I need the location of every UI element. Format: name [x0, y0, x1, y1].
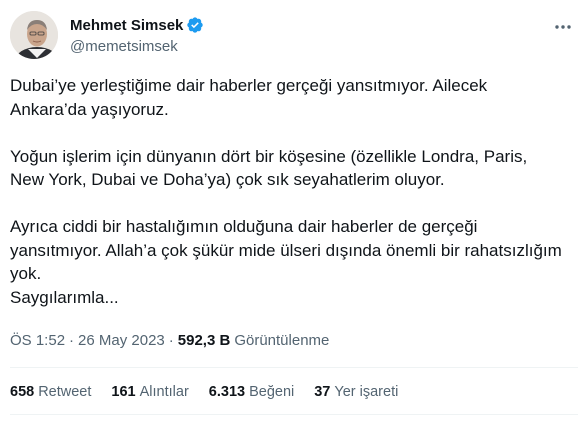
stat-count: 161	[111, 384, 136, 400]
verified-badge-icon[interactable]	[186, 16, 204, 34]
tweet-paragraph: Dubai’ye yerleştiğime dair haberler gerç…	[10, 76, 488, 119]
avatar[interactable]	[10, 11, 58, 59]
tweet-date[interactable]: 26 May 2023	[78, 332, 165, 349]
divider	[10, 414, 578, 415]
divider	[10, 367, 578, 368]
meta-separator: ·	[69, 332, 75, 349]
views-label: Görüntülenme	[234, 332, 330, 349]
tweet-time[interactable]: ÖS 1:52	[10, 332, 65, 349]
meta-separator: ·	[168, 332, 174, 349]
stat-label: Alıntılar	[139, 384, 189, 400]
stat-count: 6.313	[208, 384, 246, 400]
tweet-header: Mehmet Simsek @memetsimsek	[10, 10, 204, 60]
likes-stat[interactable]: 6.313 Beğeni	[209, 384, 294, 400]
stat-label: Retweet	[38, 384, 92, 400]
avatar-portrait	[10, 11, 58, 59]
views-count: 592,3 B	[177, 332, 231, 349]
bookmarks-stat[interactable]: 37 Yer işareti	[314, 384, 398, 400]
quotes-stat[interactable]: 161 Alıntılar	[111, 384, 188, 400]
author-handle[interactable]: @memetsimsek	[70, 38, 204, 55]
name-row: Mehmet Simsek	[70, 15, 204, 35]
tweet-card: Mehmet Simsek @memetsimsek Dubai’ye yerl…	[0, 0, 588, 422]
engagement-stats: 658 Retweet 161 Alıntılar 6.313 Beğeni 3…	[10, 384, 418, 400]
author-names: Mehmet Simsek @memetsimsek	[70, 15, 204, 55]
stat-label: Yer işareti	[334, 384, 399, 400]
tweet-paragraph: Ayrıca ciddi bir hastalığımın olduğuna d…	[10, 217, 562, 307]
stat-count: 37	[314, 384, 331, 400]
retweets-stat[interactable]: 658 Retweet	[10, 384, 91, 400]
tweet-text: Dubai’ye yerleştiğime dair haberler gerç…	[10, 74, 580, 309]
more-options-icon	[555, 25, 571, 29]
author-display-name[interactable]: Mehmet Simsek	[70, 17, 183, 34]
stat-label: Beğeni	[249, 384, 295, 400]
stat-count: 658	[10, 384, 35, 400]
more-options-button[interactable]	[550, 14, 576, 40]
tweet-meta: ÖS 1:52 · 26 May 2023 · 592,3 B Görüntül…	[10, 332, 329, 349]
tweet-paragraph: Yoğun işlerim için dünyanın dört bir köş…	[10, 146, 528, 190]
